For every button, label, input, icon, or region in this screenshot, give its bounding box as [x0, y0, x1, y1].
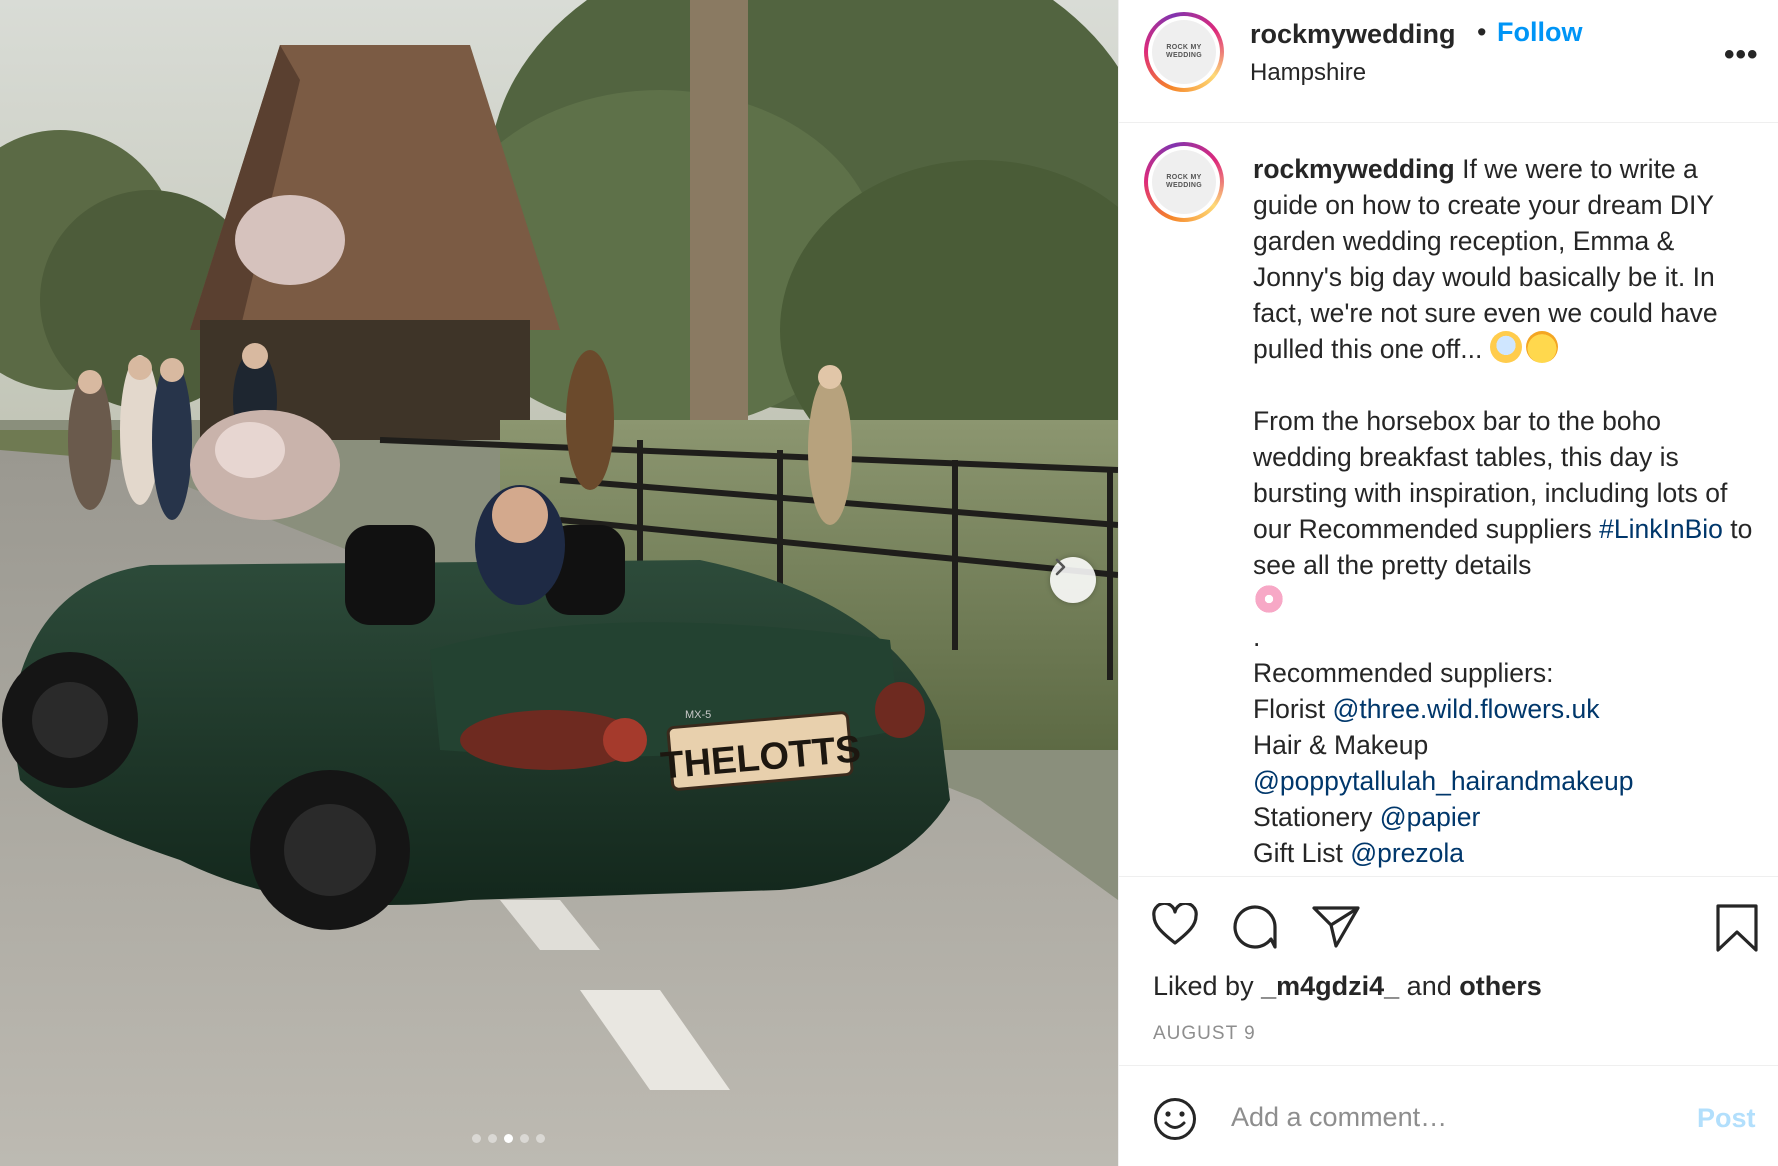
suppliers-heading: Recommended suppliers: [1253, 658, 1554, 688]
caption-username[interactable]: rockmywedding [1253, 154, 1455, 184]
carousel-dot [536, 1134, 545, 1143]
liked-by-user-link[interactable]: _m4gdzi4_ [1261, 971, 1399, 1001]
header-separator: • [1477, 17, 1487, 47]
scream-emoji-icon [1489, 331, 1522, 363]
bookmark-icon[interactable] [1715, 903, 1759, 953]
mention-link[interactable]: @three.wild.flowers.uk [1333, 694, 1600, 724]
star-struck-emoji-icon [1525, 331, 1558, 363]
photo-illustration [0, 0, 1118, 1166]
post-comment-button[interactable]: Post [1697, 1103, 1756, 1134]
chevron-right-icon [1055, 558, 1066, 576]
carousel-indicator [472, 1134, 545, 1143]
carousel-dot-active [504, 1134, 513, 1143]
comment-icon[interactable] [1231, 903, 1279, 951]
mention-link[interactable]: @prezola [1350, 838, 1464, 868]
more-options-icon[interactable]: ••• [1724, 38, 1759, 72]
liked-by-others-link[interactable]: others [1459, 971, 1542, 1001]
caption-text: rockmywedding If we were to write a guid… [1253, 151, 1767, 871]
comment-input[interactable] [1231, 1091, 1611, 1143]
caption-area: ROCK MY WEDDING rockmywedding If we were… [1119, 124, 1778, 876]
avatar-logo-line: ROCK MY [1166, 44, 1202, 51]
supplier-label: Gift List [1253, 838, 1343, 868]
carousel-dot [472, 1134, 481, 1143]
carousel-dot [488, 1134, 497, 1143]
liked-by-and: and [1406, 971, 1452, 1001]
cherry-blossom-emoji-icon [1253, 583, 1285, 615]
likes-summary: Liked by _m4gdzi4_ and others [1153, 971, 1542, 1002]
avatar[interactable]: ROCK MY WEDDING [1144, 12, 1224, 92]
avatar-logo-line: WEDDING [1166, 182, 1202, 189]
follow-button[interactable]: Follow [1497, 17, 1582, 48]
next-image-button[interactable] [1050, 557, 1096, 603]
avatar-logo-line: WEDDING [1166, 52, 1202, 59]
post-header: ROCK MY WEDDING rockmywedding • Follow H… [1119, 0, 1778, 123]
hashtag-link[interactable]: #LinkInBio [1599, 514, 1723, 544]
caption-avatar[interactable]: ROCK MY WEDDING [1144, 142, 1224, 222]
smiley-icon[interactable] [1153, 1097, 1197, 1141]
share-icon[interactable] [1311, 903, 1361, 949]
supplier-label: Hair & Makeup [1253, 730, 1429, 760]
mention-link[interactable]: @poppytallulah_hairandmakeup [1253, 763, 1767, 799]
comment-form: Post [1119, 1067, 1778, 1166]
avatar-logo-line: ROCK MY [1166, 174, 1202, 181]
mention-link[interactable]: @papier [1380, 802, 1481, 832]
caption-dot-line: . [1253, 622, 1261, 652]
carousel-dot [520, 1134, 529, 1143]
location-link[interactable]: Hampshire [1250, 59, 1366, 87]
post-sidebar: ROCK MY WEDDING rockmywedding • Follow H… [1118, 0, 1778, 1166]
caption-paragraph-1: If we were to write a guide on how to cr… [1253, 154, 1718, 364]
supplier-label: Florist [1253, 694, 1326, 724]
liked-by-prefix: Liked by [1153, 971, 1254, 1001]
post-actions: Liked by _m4gdzi4_ and others AUGUST 9 [1119, 876, 1778, 1066]
heart-icon[interactable] [1151, 903, 1199, 947]
header-username[interactable]: rockmywedding [1250, 19, 1456, 50]
post-photo[interactable]: THELOTTS MX-5 [0, 0, 1118, 1166]
post-date[interactable]: AUGUST 9 [1153, 1023, 1256, 1045]
supplier-label: Stationery [1253, 802, 1373, 832]
